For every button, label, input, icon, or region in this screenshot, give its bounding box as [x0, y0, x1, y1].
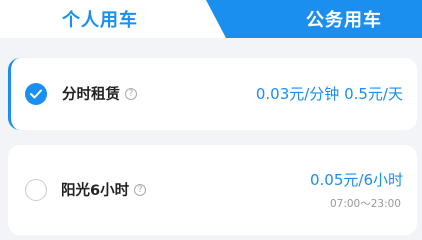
option-name-row: 阳光6小时 ? [61, 179, 147, 200]
tab-business-label: 公务用车 [306, 10, 382, 31]
tab-personal[interactable]: 个人用车 [0, 0, 240, 38]
question-circle-icon[interactable]: ? [125, 87, 137, 100]
selected-check-icon[interactable] [25, 83, 47, 105]
unselected-radio-icon[interactable] [25, 179, 47, 201]
usage-type-tabs: 个人用车 公务用车 [0, 0, 422, 38]
option-hours: 07:00～23:00 [329, 198, 401, 210]
option-card-timeshare[interactable]: 分时租赁 ? 0.03元/分钟 0.5元/天 [8, 58, 417, 130]
option-price: 0.03元/分钟 0.5元/天 [255, 85, 403, 103]
question-circle-icon[interactable]: ? [134, 183, 147, 196]
tab-personal-label: 个人用车 [62, 10, 138, 31]
option-name: 分时租赁 [62, 87, 120, 103]
option-price: 0.05元/6小时 [310, 171, 403, 189]
option-name-row: 分时租赁 ? [62, 83, 137, 104]
option-card-sunshine[interactable]: 阳光6小时 ? 0.05元/6小时 07:00～23:00 [8, 145, 417, 235]
tab-business[interactable]: 公务用车 [230, 0, 422, 38]
option-name: 阳光6小时 [61, 183, 130, 199]
